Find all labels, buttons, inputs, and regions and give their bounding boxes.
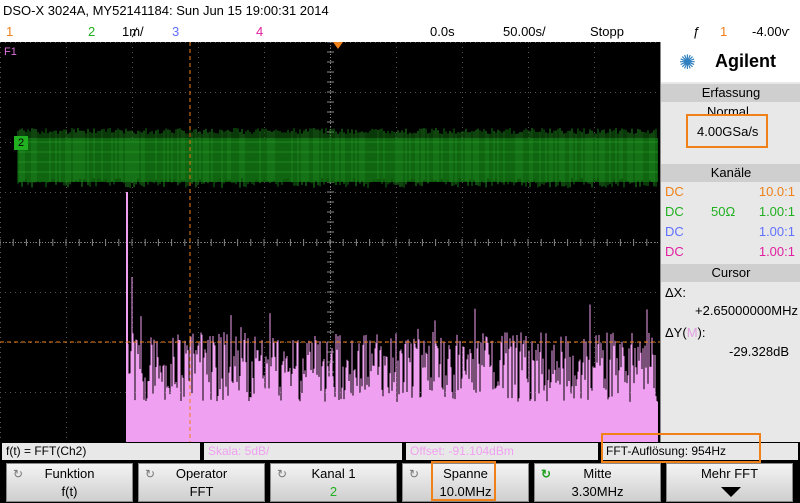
channel-coupling: DC [665,224,684,239]
highlight-fft-resolution [601,433,761,463]
channel-impedance: 50Ω [711,204,736,219]
channel-row: DC 10.0:1 [661,184,800,204]
scale-readout: Skala: 5dB/ [204,443,402,460]
delta-y-value: -29.328dB [729,344,789,359]
instrument-title: DSO-X 3024A, MY52141184: Sun Jun 15 19:0… [3,3,329,18]
delta-y-label: ΔY(M): [665,325,706,340]
channel-coupling: DC [665,244,684,259]
highlight-span [431,461,496,501]
trigger-position-icon [333,42,343,49]
channel-row: DC 50Ω 1.00:1 [661,204,800,224]
channel-row: DC 1.00:1 [661,244,800,264]
brand-name: Agilent [715,51,776,71]
fft-trace [126,192,658,442]
trigger-level: -4.00ѵ [752,24,790,39]
softkey-funktion[interactable]: ↻ Funktion f(t) [6,463,133,502]
ch2-scale: 1₥/ [122,24,144,39]
waveform-display[interactable]: F1 2 [0,42,660,442]
function-readout: f(t) = FFT(Ch2) [2,443,200,460]
info-panel: ✺ Agilent Erfassung Normal 4.00GSa/s Kan… [660,42,800,442]
arrow-down-icon [721,487,741,497]
time-offset: 0.0s [430,24,455,39]
delta-x-value: +2.65000000MHz [695,303,798,318]
channel-probe: 10.0:1 [758,184,795,199]
ch2-ground-marker[interactable]: 2 [14,136,28,150]
run-state: Stopp [590,24,624,39]
trigger-channel: 1 [720,24,728,39]
ch2-trace [17,128,658,188]
softkey-kanal[interactable]: ↻ Kanal 1 2 [270,463,397,502]
channel-coupling: DC [665,184,684,199]
ch4-indicator[interactable]: 4 [256,22,263,42]
status-bar: 1 2 1₥/ 3 4 0.0s 50.00ѕ/ Stopp ƒ 1 -4.00… [0,22,800,42]
delta-x-label: ΔX: [665,285,686,300]
channel-coupling: DC [665,204,684,219]
channels-header: Kanäle [661,164,800,182]
graticule [0,42,660,442]
brand-area: ✺ Agilent [661,42,800,82]
acquisition-header: Erfassung [661,84,800,102]
title-bar: DSO-X 3024A, MY52141184: Sun Jun 15 19:0… [0,0,800,22]
time-per-div: 50.00ѕ/ [503,24,546,39]
panel-spacer [661,364,800,442]
f1-marker: F1 [4,46,17,58]
softkey-mitte[interactable]: ↻ Mitte 3.30MHz [534,463,661,502]
channel-probe: 1.00:1 [758,224,795,239]
ch1-indicator[interactable]: 1 [6,22,13,42]
cursor-header: Cursor [661,264,800,282]
agilent-logo-icon: ✺ [679,52,696,74]
ch3-indicator[interactable]: 3 [172,22,179,42]
highlight-sample-rate [686,114,768,148]
channel-probe: 1.00:1 [758,204,795,219]
offset-readout: Offset: -91.104dBm [406,443,598,460]
channel-probe: 1.00:1 [758,244,795,259]
softkey-mehr-fft[interactable]: Mehr FFT [666,463,793,502]
ch2-indicator[interactable]: 2 [88,22,95,42]
channel-row: DC 1.00:1 [661,224,800,244]
trigger-edge-icon: ƒ [693,24,701,39]
softkey-operator[interactable]: ↻ Operator FFT [138,463,265,502]
